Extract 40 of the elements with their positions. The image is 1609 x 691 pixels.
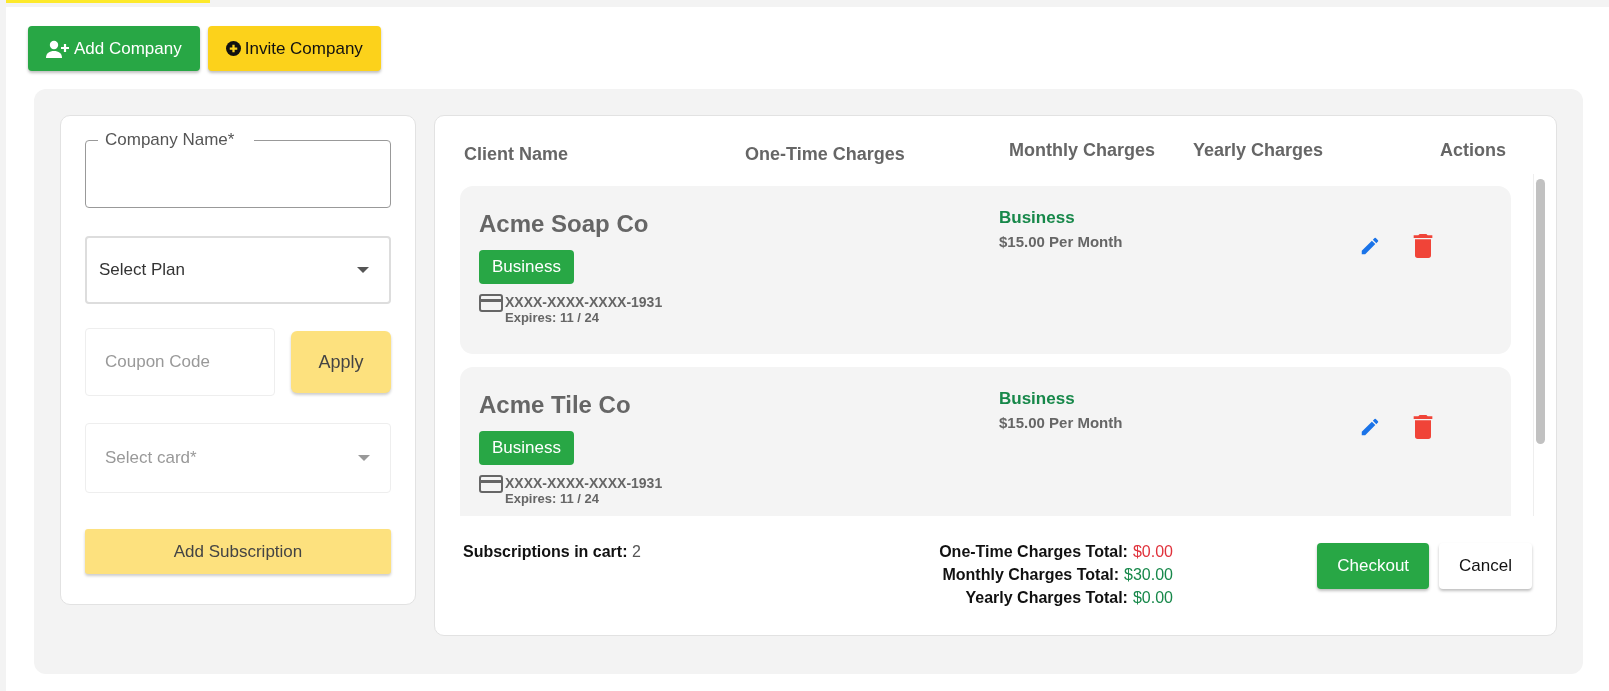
- coupon-code-field[interactable]: Coupon Code: [85, 328, 275, 396]
- client-name: Acme Tile Co: [479, 391, 631, 419]
- column-header: One-Time Charges: [745, 144, 905, 165]
- column-header: Client Name: [464, 144, 569, 165]
- trash-icon: [1413, 415, 1433, 439]
- card-expiry: Expires: 11 / 24: [505, 310, 600, 325]
- cancel-button[interactable]: Cancel: [1439, 543, 1532, 589]
- plan-price: $15.00 Per Month: [999, 233, 1124, 250]
- card-expiry: Expires: 11 / 24: [505, 491, 600, 506]
- total-value: $30.00: [1124, 566, 1173, 584]
- column-header: Monthly Charges: [1009, 140, 1155, 161]
- plan-select[interactable]: Select Plan: [85, 236, 391, 304]
- delete-button[interactable]: [1413, 234, 1433, 260]
- plan-name: Business: [999, 389, 1076, 409]
- card-number: XXXX-XXXX-XXXX-1931: [505, 294, 663, 310]
- dropdown-caret-icon: [358, 455, 370, 461]
- credit-card-icon: [479, 294, 503, 312]
- cart-count: Subscriptions in cart: 2: [463, 543, 642, 562]
- column-header: Actions: [1440, 140, 1506, 161]
- plan-badge: Business: [479, 431, 574, 465]
- plan-badge: Business: [479, 250, 574, 284]
- trash-icon: [1413, 234, 1433, 258]
- invite-company-button[interactable]: Invite Company: [207, 26, 381, 71]
- column-header: Yearly Charges: [1193, 140, 1324, 161]
- card-number: XXXX-XXXX-XXXX-1931: [505, 475, 663, 491]
- client-name: Acme Soap Co: [479, 210, 649, 238]
- delete-button[interactable]: [1413, 415, 1433, 441]
- credit-card-icon: [479, 475, 503, 493]
- total-label: Monthly Charges Total:: [942, 566, 1120, 584]
- total-value: $0.00: [1132, 543, 1173, 561]
- company-name-field[interactable]: Company Name*: [85, 130, 391, 208]
- plan-name: Business: [999, 208, 1076, 228]
- scrollbar-thumb[interactable]: [1536, 179, 1545, 444]
- total-value: $0.00: [1132, 589, 1173, 607]
- plan-price: $15.00 Per Month: [999, 414, 1124, 431]
- total-label: Yearly Charges Total:: [965, 589, 1128, 607]
- dropdown-caret-icon: [357, 267, 369, 273]
- total-label: One-Time Charges Total:: [939, 543, 1128, 561]
- plus-circle-icon: [225, 41, 241, 56]
- add-user-icon: [46, 39, 70, 58]
